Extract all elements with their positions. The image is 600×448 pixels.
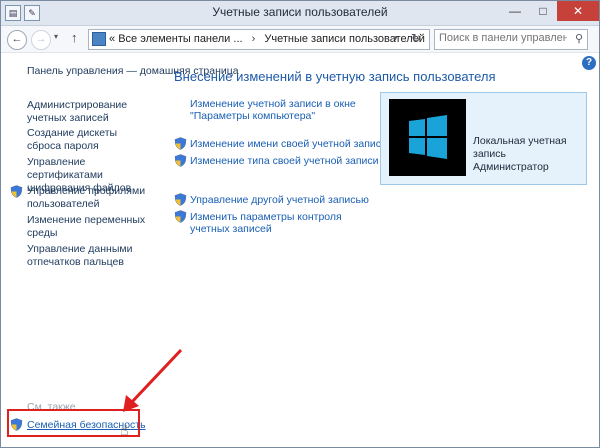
control-panel-window: ▤ ✎ Учетные записи пользователей — □ ✕ ←… [0, 0, 600, 448]
hand-cursor-icon: ☝ [120, 422, 129, 438]
annotation-arrow [123, 348, 183, 412]
